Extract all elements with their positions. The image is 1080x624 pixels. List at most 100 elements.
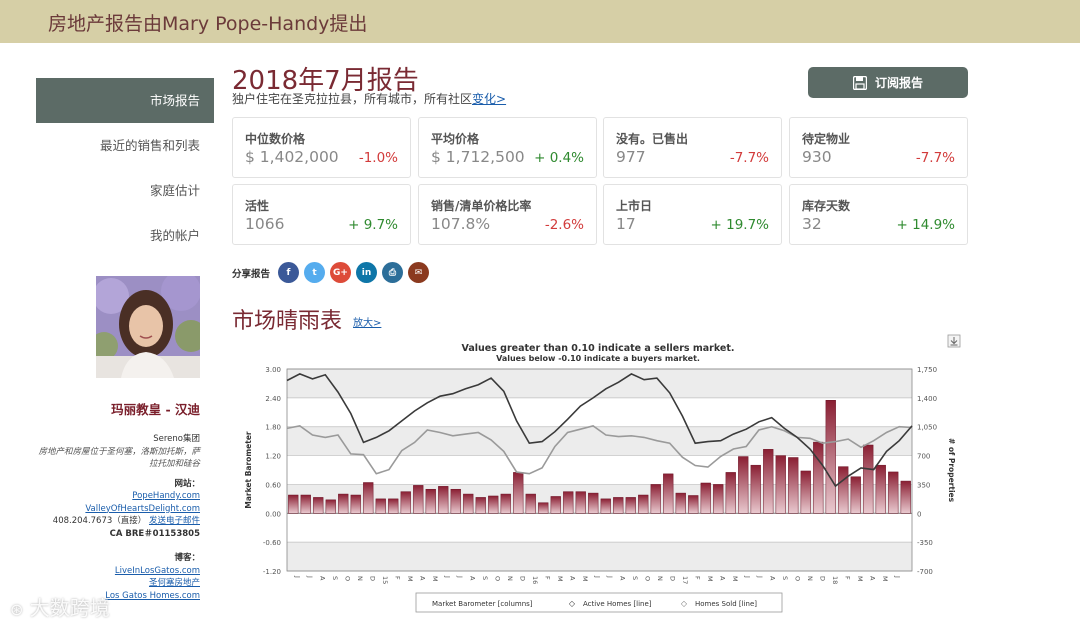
x-tick-label: 18 <box>831 576 839 584</box>
agent-company: Sereno集团 <box>153 434 200 444</box>
stat-change: -7.7% <box>729 150 769 166</box>
report-subtitle: 独户住宅在圣克拉拉县，所有城市，所有社区变化> <box>232 90 506 107</box>
share-bar: 分享报告 f t G+ in ⎙ ✉ <box>232 262 430 283</box>
x-tick-label: S <box>481 576 489 580</box>
stat-value: 977 <box>616 148 646 166</box>
bar-market-barometer <box>500 493 511 514</box>
site-title: 房地产报告由Mary Pope-Handy提出 <box>48 13 368 35</box>
x-tick-label: 16 <box>531 576 539 584</box>
stat-label: 库存天数 <box>802 199 851 213</box>
chart-subtitle: Values below -0.10 indicate a buyers mar… <box>496 354 700 363</box>
x-tick-label: N <box>506 576 514 581</box>
chart-export-icon[interactable] <box>947 334 961 348</box>
x-tick-label: D <box>668 576 676 581</box>
x-tick-label: J <box>606 575 614 578</box>
y2-tick-label: 0 <box>917 510 921 518</box>
bar-market-barometer <box>850 476 861 514</box>
send-email-link[interactable]: 发送电子邮件 <box>149 516 200 526</box>
legend-item-homes-sold: Homes Sold [line] <box>695 600 757 608</box>
email-icon[interactable]: ✉ <box>408 262 430 283</box>
bar-market-barometer <box>663 473 674 514</box>
zoom-link[interactable]: 放大> <box>353 314 381 329</box>
print-icon[interactable]: ⎙ <box>382 262 404 283</box>
agent-name: 玛丽教皇 - 汉迪 <box>111 402 200 417</box>
subscribe-report-button[interactable]: 订阅报告 <box>808 67 968 98</box>
x-tick-label: O <box>343 576 351 581</box>
save-icon <box>852 75 867 90</box>
change-scope-link[interactable]: 变化> <box>472 92 506 106</box>
bar-market-barometer <box>638 494 649 514</box>
bar-market-barometer <box>325 499 336 514</box>
y2-tick-label: 1,750 <box>917 366 937 374</box>
x-tick-label: J <box>893 575 901 578</box>
stat-label: 活性 <box>245 199 270 213</box>
agent-license: CA BRE＃01153805 <box>109 528 200 539</box>
y2-tick-label: 1,400 <box>917 395 937 403</box>
y-axis-title: Market Barometer <box>244 431 253 508</box>
bar-market-barometer <box>288 494 299 514</box>
stat-card: 活性 1066 + 9.7% <box>232 184 411 245</box>
bar-market-barometer <box>888 471 899 514</box>
x-tick-label: S <box>781 576 789 580</box>
bar-market-barometer <box>550 496 561 514</box>
bar-market-barometer <box>563 491 574 514</box>
x-tick-label: J <box>443 575 451 578</box>
blog-link-losgatoshomes[interactable]: Los Gatos Homes.com <box>105 591 200 601</box>
bar-market-barometer <box>475 497 486 514</box>
x-tick-label: A <box>718 576 726 581</box>
bar-market-barometer <box>400 491 411 514</box>
bar-market-barometer <box>613 497 624 514</box>
y-tick-label: 3.00 <box>265 366 281 374</box>
stat-value: 107.8% <box>431 215 491 233</box>
sidebar-item-recent-sales[interactable]: 最近的销售和列表 <box>36 123 214 168</box>
website-link-popehandy[interactable]: PopeHandy.com <box>132 491 200 501</box>
bar-market-barometer <box>800 470 811 514</box>
blog-link-san-jose-real-estate[interactable]: 圣何塞房地产 <box>149 578 200 588</box>
agent-contact-block: Sereno集团 房地产和房屋位于圣何塞，洛斯加托斯，萨拉托加和硅谷 网站： P… <box>36 433 200 602</box>
facebook-icon[interactable]: f <box>278 262 300 283</box>
x-tick-label: D <box>518 576 526 581</box>
market-barometer-chart: Values greater than 0.10 indicate a sell… <box>232 333 972 619</box>
bar-market-barometer <box>813 441 824 514</box>
stat-change: + 0.4% <box>534 150 584 166</box>
y2-tick-label: 350 <box>917 481 930 489</box>
legend-marker-active-homes: ◇ <box>569 599 576 608</box>
x-tick-label: M <box>881 576 889 582</box>
x-tick-label: N <box>356 576 364 581</box>
bar-market-barometer <box>650 484 661 514</box>
bar-market-barometer <box>863 444 874 514</box>
x-tick-label: M <box>731 576 739 582</box>
x-tick-label: F <box>543 576 551 580</box>
x-tick-label: O <box>493 576 501 581</box>
x-tick-label: J <box>456 575 464 578</box>
stat-label: 没有。已售出 <box>616 132 689 146</box>
y-tick-label: 2.40 <box>265 395 281 403</box>
y-tick-label: 1.80 <box>265 424 281 432</box>
x-tick-label: 15 <box>381 576 389 584</box>
stat-card: 中位数价格 $ 1,402,000 -1.0% <box>232 117 411 178</box>
watermark: ⊛ 大数跨境 <box>10 592 110 621</box>
y2-axis-title: # of Properties <box>947 438 956 503</box>
google-plus-icon[interactable]: G+ <box>330 262 352 283</box>
x-tick-label: D <box>818 576 826 581</box>
stat-change: -7.7% <box>915 150 955 166</box>
linkedin-icon[interactable]: in <box>356 262 378 283</box>
bar-market-barometer <box>350 494 361 514</box>
twitter-icon[interactable]: t <box>304 262 326 283</box>
grid-band <box>287 542 912 571</box>
sidebar-item-home-estimate[interactable]: 家庭估计 <box>36 168 214 213</box>
stat-label: 待定物业 <box>802 132 851 146</box>
blog-link-liveinlosgatos[interactable]: LiveInLosGatos.com <box>115 566 200 576</box>
top-banner: 房地产报告由Mary Pope-Handy提出 <box>0 0 1080 43</box>
y-tick-label: -1.20 <box>263 568 281 576</box>
report-scope-text: 独户住宅在圣克拉拉县，所有城市，所有社区 <box>232 92 473 106</box>
sidebar-item-market-report[interactable]: 市场报告 <box>36 78 214 123</box>
watermark-text: 大数跨境 <box>29 596 110 620</box>
website-link-valleyofheartsdelight[interactable]: ValleyOfHeartsDelight.com <box>85 504 200 514</box>
share-icons: f t G+ in ⎙ ✉ <box>278 262 430 283</box>
stat-change: + 19.7% <box>710 217 770 233</box>
stat-value: $ 1,712,500 <box>431 148 525 166</box>
stat-card: 平均价格 $ 1,712,500 + 0.4% <box>418 117 597 178</box>
x-tick-label: S <box>331 576 339 580</box>
sidebar-item-my-account[interactable]: 我的帐户 <box>36 213 214 258</box>
